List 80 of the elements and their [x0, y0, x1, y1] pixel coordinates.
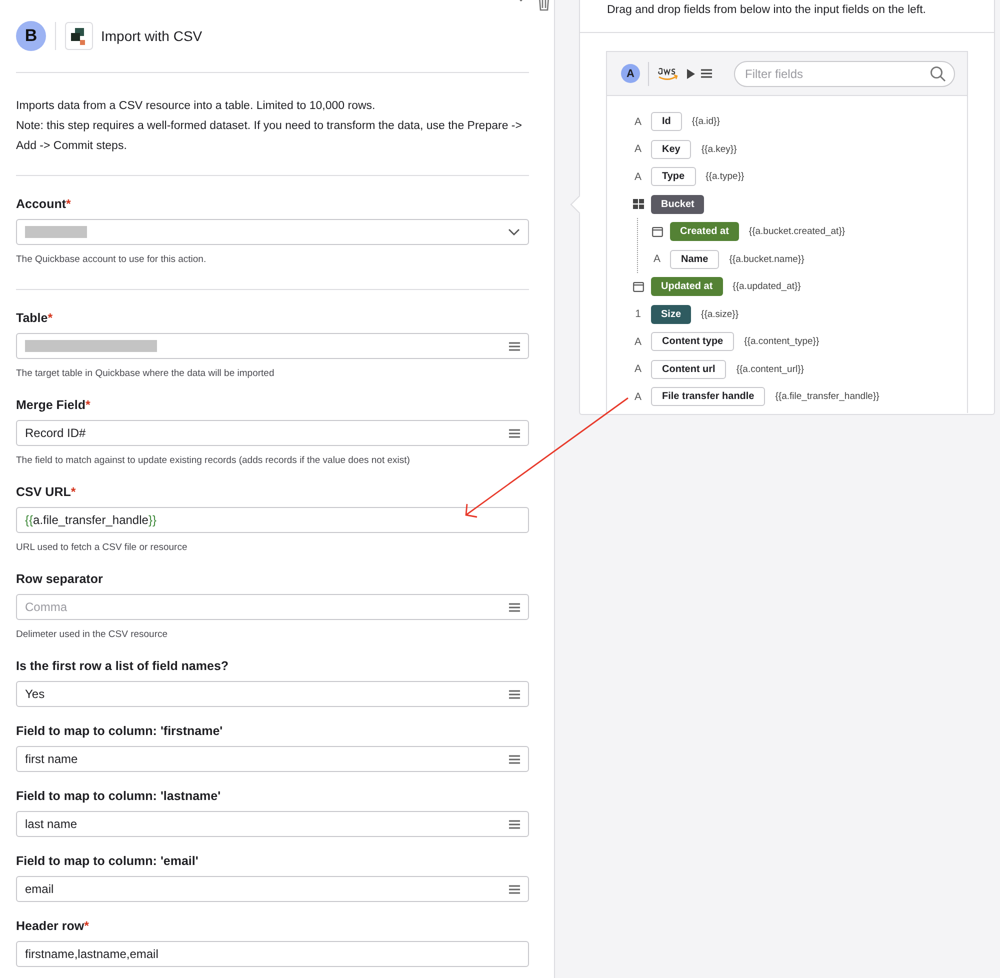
picker-field[interactable]: Yes: [16, 681, 529, 707]
field-label: Merge Field: [16, 398, 86, 412]
field-label: CSV URL: [16, 485, 71, 499]
field-chip[interactable]: Size: [651, 304, 692, 324]
field-label: Field to map to column: 'email': [16, 854, 198, 868]
app-logo-icon: [65, 22, 93, 50]
filter-search-field[interactable]: Filter fields: [734, 60, 955, 86]
menu-icon: [509, 602, 520, 612]
help-text: URL used to fetch a CSV file or resource: [16, 541, 188, 555]
field-chip[interactable]: Created at: [670, 222, 739, 242]
field-label: Field to map to column: 'firstname': [16, 724, 223, 738]
field-chip[interactable]: Id: [651, 112, 682, 132]
template-token: {{a.id}}: [692, 116, 720, 128]
template-token: {{a.bucket.created_at}}: [748, 226, 846, 238]
text-type-glyph: A: [634, 336, 642, 348]
template-token: {{a.size}}: [701, 308, 739, 320]
field-chip[interactable]: File transfer handle: [651, 387, 766, 406]
menu-icon: [509, 342, 520, 350]
menu-icon: [509, 754, 520, 764]
template-token: {{a.key}}: [701, 144, 737, 155]
help-text: Delimeter used in the CSV resource: [16, 628, 169, 642]
text-type-glyph: A: [634, 390, 642, 403]
required-asterisk: *: [66, 197, 71, 211]
grid-icon: [632, 199, 644, 210]
field-chip[interactable]: Name: [670, 250, 720, 269]
field-label: Field to map to column: 'lastname': [16, 789, 221, 803]
field-chip[interactable]: Updated at: [651, 277, 723, 296]
text-type-glyph: A: [634, 363, 642, 376]
field-label: Account: [16, 197, 66, 211]
input-field[interactable]: firstname,lastname,email: [16, 941, 529, 967]
required-asterisk: *: [85, 398, 90, 412]
field-chip[interactable]: Key: [651, 140, 692, 159]
text-type-glyph: A: [634, 170, 642, 183]
menu-icon[interactable]: [701, 69, 712, 78]
picker-field[interactable]: [16, 333, 529, 359]
calendar-icon: [652, 226, 662, 237]
field-label: Row separator: [16, 572, 103, 586]
template-token: {{a.updated_at}}: [732, 281, 801, 292]
field-chip[interactable]: Bucket: [651, 194, 704, 214]
required-asterisk: *: [84, 919, 89, 933]
calendar-icon: [632, 282, 644, 292]
field-chip[interactable]: Content type: [651, 332, 734, 352]
step-badge: B: [16, 21, 46, 51]
template-token: {{a.bucket.name}}: [729, 254, 804, 265]
menu-icon: [509, 884, 520, 894]
chevron-down-icon: [508, 228, 520, 236]
field-label: Header row: [16, 919, 84, 933]
menu-icon: [509, 690, 520, 698]
help-text: The field to match against to update existing records (adds records if the value does not exist): [16, 454, 411, 468]
help-text: The Quickbase account to use for this action.: [16, 253, 208, 267]
picker-field[interactable]: email: [16, 876, 529, 902]
template-token: {{a.file_transfer_handle}}: [775, 391, 880, 402]
field-chip[interactable]: Content url: [651, 360, 726, 379]
picker-field[interactable]: first name: [16, 746, 529, 772]
field-label: Is the first row a list of field names?: [16, 659, 229, 673]
text-type-glyph: A: [653, 253, 660, 266]
field-label: Table: [16, 311, 48, 325]
required-asterisk: *: [48, 311, 53, 325]
template-token: {{a.content_url}}: [736, 364, 804, 375]
input-field[interactable]: {{a.file_transfer_handle}}: [16, 507, 529, 533]
text-type-glyph: A: [634, 143, 642, 156]
template-token: {{a.content_type}}: [744, 336, 820, 348]
menu-icon: [509, 428, 520, 438]
menu-icon: [509, 820, 520, 828]
description-text: Imports data from a CSV resource into a table. Limited to 10,000 rows.: [16, 99, 376, 114]
template-token: {{a.type}}: [706, 171, 744, 182]
instruction-text: Drag and drop fields from below into the input fields on the left.: [607, 4, 926, 16]
cloud-logo-icon: [657, 66, 679, 80]
step-title: Import with CSV: [101, 28, 202, 44]
required-asterisk: *: [70, 485, 76, 499]
field-chip[interactable]: Type: [651, 167, 696, 186]
source-badge: A: [621, 64, 640, 83]
description-text: Note: this step requires a well-formed dataset. If you need to transform the data, use the Prepare -> Add -> Commit steps.: [16, 119, 523, 154]
help-text: The target table in Quickbase where the data will be imported: [16, 367, 276, 381]
text-type-glyph: A: [634, 116, 642, 128]
search-icon: [930, 66, 946, 82]
picker-field[interactable]: Record ID#: [16, 420, 529, 446]
picker-field[interactable]: last name: [16, 811, 529, 837]
play-icon[interactable]: [687, 68, 695, 78]
number-type-glyph: 1: [635, 308, 641, 320]
